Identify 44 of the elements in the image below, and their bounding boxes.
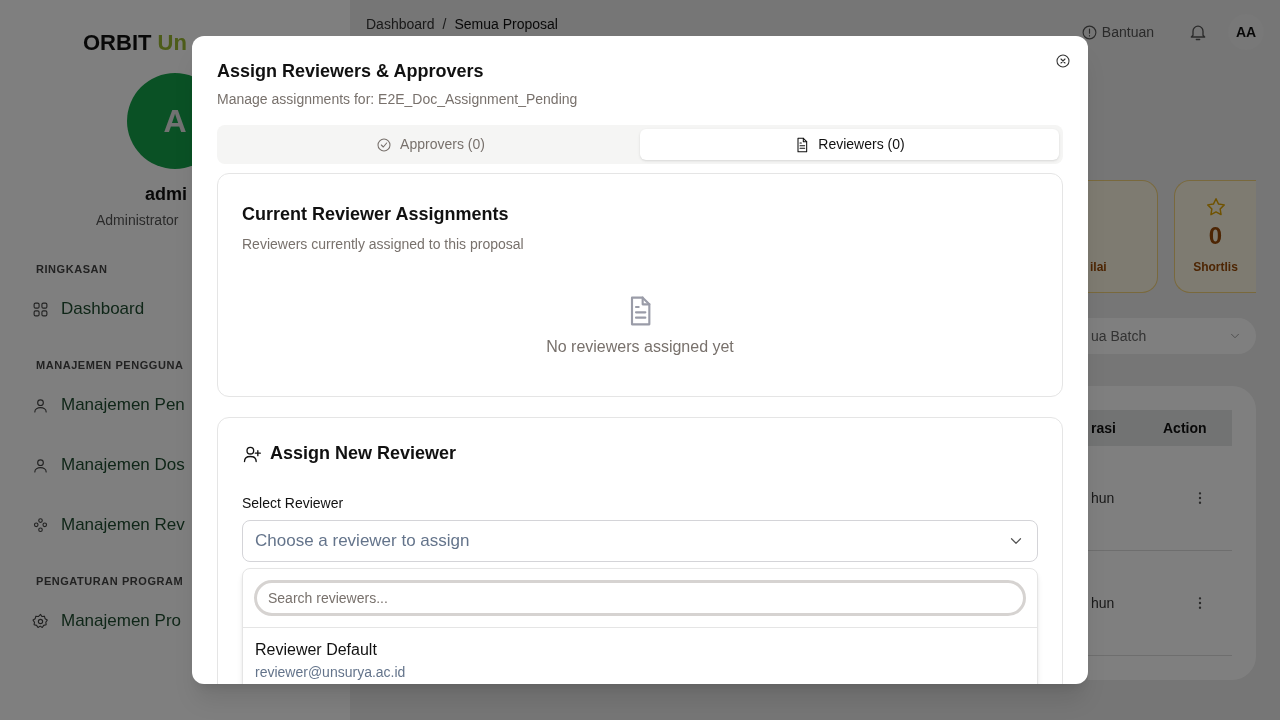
star-icon [1204, 196, 1227, 218]
sidebar-item[interactable]: Manajemen Pro [61, 608, 181, 634]
breadcrumb-link[interactable]: Dashboard [366, 17, 435, 31]
stat-label: ilai [1090, 259, 1107, 276]
app-logo: ORBIT Un [82, 29, 188, 57]
breadcrumb-link[interactable]: Semua Proposal [454, 17, 558, 31]
close-icon[interactable] [1055, 53, 1071, 69]
stat-value: 0 [1208, 224, 1223, 248]
batch-filter[interactable]: ua Batch [1088, 318, 1256, 354]
reviewer-select[interactable]: Choose a reviewer to assign [242, 520, 1038, 562]
table-cell-text: hun [1090, 593, 1116, 613]
sidebar-item[interactable]: Dashboard [61, 296, 145, 322]
stat-label: Shortlis [1193, 259, 1238, 276]
help-link[interactable]: Bantuan [1080, 21, 1154, 43]
user-name: admi [145, 183, 187, 206]
search-field[interactable]: Search reviewers... [254, 580, 1026, 616]
card-subtitle: Reviewers currently assigned to this proposal [242, 235, 525, 254]
check-circle-icon [376, 136, 393, 153]
reviewer-email: reviewer@unsurya.ac.id [255, 663, 407, 682]
sidebar-item[interactable]: Manajemen Rev [61, 512, 185, 538]
user-icon [32, 396, 49, 414]
reviewer-option[interactable]: Reviewer Default reviewer@unsurya.ac.id [243, 628, 1037, 684]
user-role: Administrator [96, 211, 179, 230]
section-heading: MANAJEMEN PENGGUNA [36, 358, 185, 373]
section-heading: RINGKASAN [36, 262, 109, 277]
table-cell-text: hun [1090, 488, 1116, 508]
column-header: Action [1163, 418, 1207, 438]
tab[interactable]: Reviewers (0) [640, 129, 1059, 160]
field-label: Select Reviewer [242, 494, 345, 513]
column-header: rasi [1090, 418, 1117, 438]
sidebar-item[interactable]: Manajemen Pen [61, 392, 185, 418]
alert-icon [1080, 23, 1098, 41]
sidebar-item[interactable]: Manajemen Dos [61, 452, 185, 478]
reviewer-name: Reviewer Default [255, 640, 378, 660]
card-title: Current Reviewer Assignments [242, 203, 510, 226]
empty-message: No reviewers assigned yet [546, 337, 734, 357]
group-icon [32, 516, 49, 534]
user-icon [32, 456, 49, 474]
section-heading: PENGATURAN PROGRAM [36, 574, 185, 589]
grid-icon [32, 300, 49, 318]
tab[interactable]: Approvers (0) [221, 129, 640, 160]
breadcrumb-separator: / [442, 17, 447, 31]
gear-icon [32, 612, 49, 630]
card-title: Assign New Reviewer [270, 442, 457, 465]
